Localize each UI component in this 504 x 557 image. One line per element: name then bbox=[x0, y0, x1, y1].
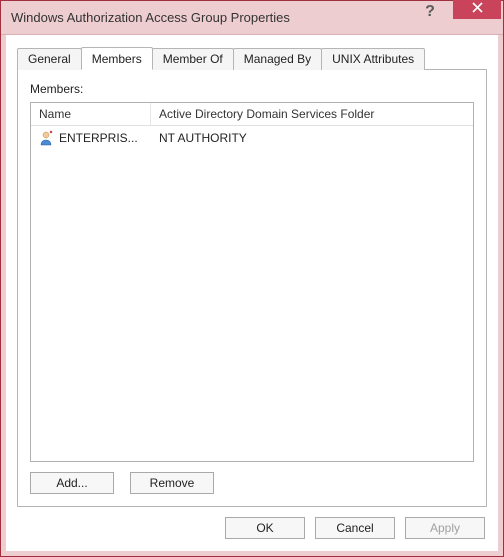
column-header-name[interactable]: Name bbox=[31, 103, 151, 125]
members-label: Members: bbox=[30, 82, 474, 96]
user-icon bbox=[39, 130, 55, 146]
dialog-window: Windows Authorization Access Group Prope… bbox=[0, 0, 504, 557]
list-item-name: ENTERPRIS... bbox=[31, 128, 151, 148]
cancel-button[interactable]: Cancel bbox=[315, 517, 395, 539]
tab-panel-members: Members: Name Active Directory Domain Se… bbox=[17, 69, 487, 507]
window-title: Windows Authorization Access Group Prope… bbox=[11, 10, 407, 25]
tabstrip: General Members Member Of Managed By UNI… bbox=[17, 48, 487, 70]
titlebar: Windows Authorization Access Group Prope… bbox=[1, 1, 503, 35]
list-item-name-text: ENTERPRIS... bbox=[59, 131, 138, 145]
help-icon[interactable]: ? bbox=[407, 0, 453, 25]
members-button-row: Add... Remove bbox=[30, 472, 474, 494]
column-header-folder[interactable]: Active Directory Domain Services Folder bbox=[151, 103, 473, 125]
tab-unix-attributes[interactable]: UNIX Attributes bbox=[321, 48, 425, 70]
listview-header: Name Active Directory Domain Services Fo… bbox=[31, 103, 473, 126]
add-button[interactable]: Add... bbox=[30, 472, 114, 494]
listview-body: ENTERPRIS... NT AUTHORITY bbox=[31, 126, 473, 461]
tab-member-of[interactable]: Member Of bbox=[152, 48, 234, 70]
list-item[interactable]: ENTERPRIS... NT AUTHORITY bbox=[31, 126, 473, 150]
tab-members[interactable]: Members bbox=[81, 47, 153, 70]
ok-button[interactable]: OK bbox=[225, 517, 305, 539]
dialog-client: General Members Member Of Managed By UNI… bbox=[1, 35, 503, 556]
tab-managed-by[interactable]: Managed By bbox=[233, 48, 322, 70]
remove-button[interactable]: Remove bbox=[130, 472, 214, 494]
list-item-folder: NT AUTHORITY bbox=[151, 129, 473, 147]
tab-general[interactable]: General bbox=[17, 48, 82, 70]
dialog-button-row: OK Cancel Apply bbox=[17, 507, 487, 541]
members-listview[interactable]: Name Active Directory Domain Services Fo… bbox=[30, 102, 474, 462]
close-icon[interactable] bbox=[453, 0, 501, 19]
apply-button[interactable]: Apply bbox=[405, 517, 485, 539]
